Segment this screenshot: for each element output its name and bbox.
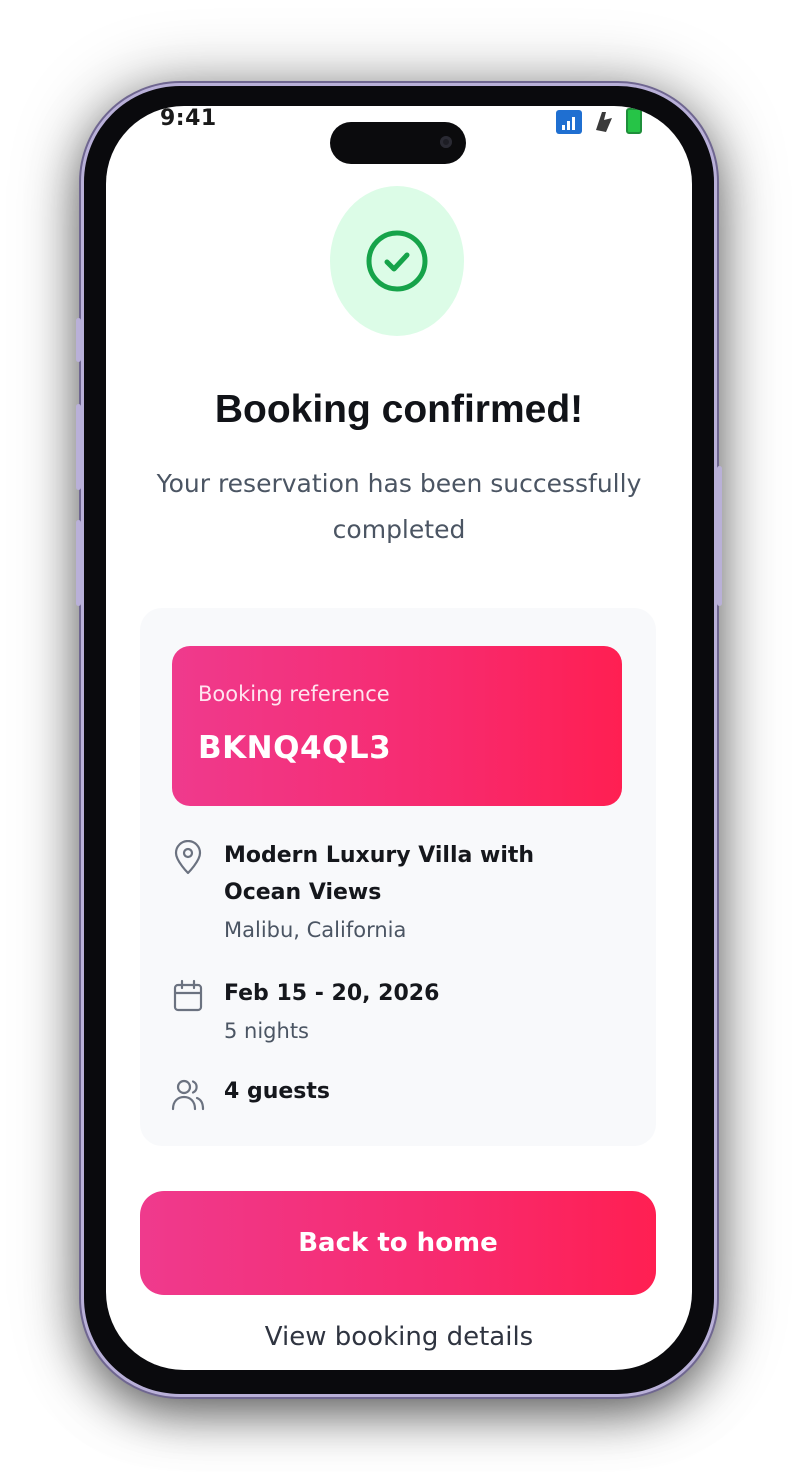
phone-side-button-power <box>717 466 722 606</box>
page-subtitle: Your reservation has been successfully c… <box>156 469 642 544</box>
phone-side-button-volume-up <box>76 404 81 490</box>
booking-guests: 4 guests <box>224 1079 331 1104</box>
screenshot-stage: 9:41 Booking confirmed! Your reservation… <box>0 0 798 1480</box>
booking-reference-code: BKNQ4QL3 <box>198 730 392 766</box>
check-circle-icon <box>366 230 428 292</box>
phone-screen: 9:41 Booking confirmed! Your reservation… <box>106 106 692 1370</box>
dynamic-island <box>330 122 466 164</box>
phone-side-button-volume-down <box>76 520 81 606</box>
booking-summary-card: Booking reference BKNQ4QL3 Modern Luxury… <box>140 608 656 1146</box>
users-icon <box>171 1079 205 1111</box>
front-camera <box>440 136 452 148</box>
property-name: Modern Luxury Villa with Ocean Views <box>224 843 535 905</box>
phone-frame: 9:41 Booking confirmed! Your reservation… <box>76 86 722 1394</box>
booking-dates: Feb 15 - 20, 2026 <box>224 981 440 1006</box>
calendar-icon <box>173 979 203 1012</box>
booking-nights: 5 nights <box>224 1019 309 1043</box>
booking-reference-label: Booking reference <box>198 682 390 706</box>
back-to-home-button[interactable]: Back to home <box>140 1191 656 1295</box>
phone-side-button-action <box>76 318 81 362</box>
cellular-signal-icon <box>556 110 582 134</box>
property-location: Malibu, California <box>224 918 407 942</box>
battery-icon <box>626 108 642 134</box>
booking-reference-box: Booking reference BKNQ4QL3 <box>172 646 622 806</box>
wifi-icon <box>592 108 616 134</box>
success-badge <box>330 186 464 336</box>
status-time: 9:41 <box>160 106 217 131</box>
status-icons <box>556 108 642 134</box>
view-booking-details-link[interactable]: View booking details <box>106 1322 692 1352</box>
page-title: Booking confirmed! <box>214 388 584 431</box>
map-pin-icon <box>174 840 202 875</box>
